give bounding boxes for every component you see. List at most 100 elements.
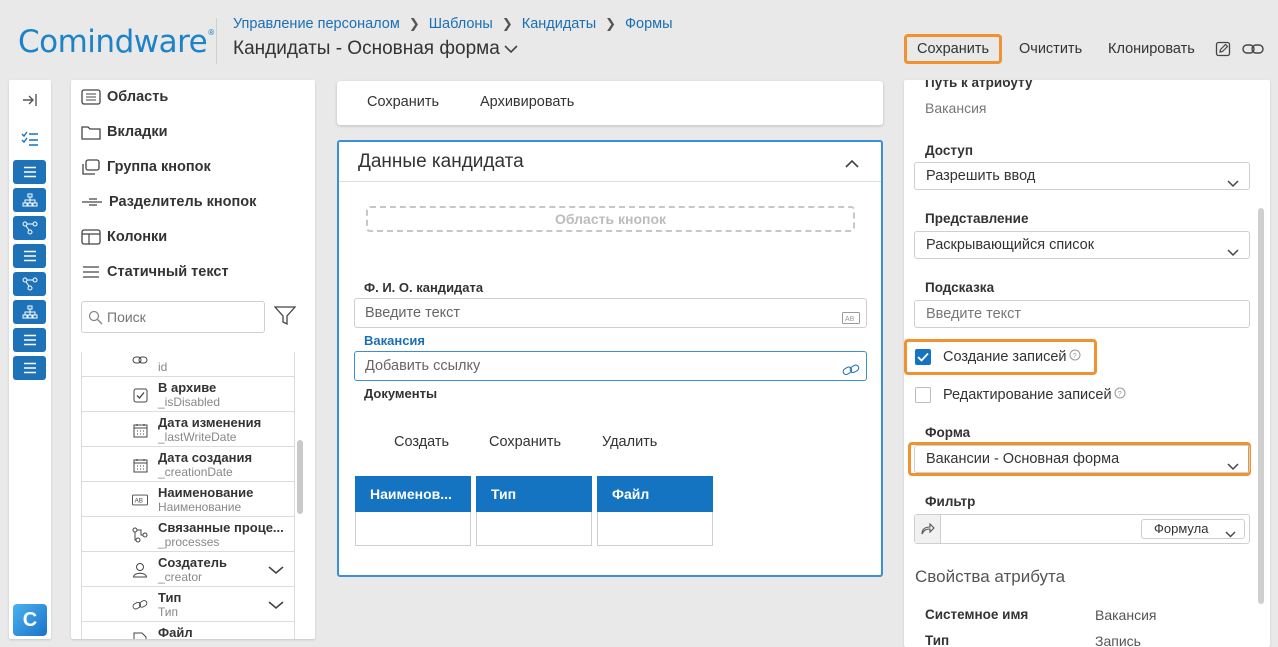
type-value: Запись [1095, 633, 1141, 647]
attribute-name: Связанные проце... [158, 520, 284, 535]
properties-scrollbar[interactable] [1258, 208, 1264, 604]
process-icon[interactable] [13, 216, 46, 240]
table-header-file[interactable]: Файл [597, 476, 713, 512]
checklist-icon[interactable] [21, 130, 39, 151]
form-icon[interactable] [13, 160, 46, 184]
docs-delete-button[interactable]: Удалить [602, 434, 657, 450]
breadcrumb-item[interactable]: Управление персоналом [233, 16, 400, 32]
search-input[interactable] [107, 309, 257, 325]
help-icon[interactable]: ? [1069, 349, 1081, 365]
org-chart-icon[interactable] [13, 300, 46, 324]
attribute-system-name: _processes [158, 535, 220, 549]
list-item[interactable]: Файл [81, 622, 295, 639]
process-icon [132, 527, 148, 543]
chevron-down-icon[interactable] [268, 597, 284, 613]
form-save-button[interactable]: Сохранить [367, 94, 439, 110]
attribute-path-label: Путь к атрибуту [925, 80, 1033, 90]
filter-mode-select[interactable]: Формула [1141, 519, 1245, 539]
access-select[interactable]: Разрешить ввод [914, 162, 1250, 190]
button-group-icon [82, 159, 100, 175]
button-area-placeholder[interactable]: Область кнопок [366, 206, 855, 232]
form-value: Вакансии - Основная форма [926, 451, 1120, 467]
search-box[interactable] [81, 301, 265, 333]
palette-item-label: Область [107, 89, 169, 105]
palette-scrollbar[interactable] [297, 440, 303, 514]
chevron-down-icon [1227, 240, 1239, 266]
list-item[interactable]: Дата изменения _lastWriteDate [81, 412, 295, 447]
attribute-system-name: _isDisabled [158, 395, 221, 409]
edit-icon[interactable] [1212, 38, 1234, 60]
table-cell [597, 512, 713, 546]
form-archive-button[interactable]: Архивировать [480, 94, 574, 110]
hint-input[interactable]: Введите текст [914, 300, 1250, 328]
columns-icon [81, 229, 101, 245]
edit-records-checkbox[interactable]: Редактирование записей ? [915, 387, 1126, 403]
table-header-name[interactable]: Наименов... [355, 476, 471, 512]
attribute-name: Файл [158, 625, 193, 639]
breadcrumb-item[interactable]: Формы [625, 16, 673, 32]
list-item[interactable]: Создатель _creator [81, 552, 295, 587]
checkbox-checked-icon[interactable] [915, 349, 931, 365]
docs-create-button[interactable]: Создать [394, 434, 449, 450]
form-icon[interactable] [13, 356, 46, 380]
org-chart-icon[interactable] [13, 188, 46, 212]
breadcrumb-separator-icon: ❯ [408, 16, 420, 31]
help-icon[interactable]: ? [1114, 387, 1126, 403]
app-switcher-logo[interactable]: C [13, 604, 47, 636]
list-item[interactable]: Дата создания _creationDate [81, 447, 295, 482]
list-item[interactable]: id [81, 352, 295, 377]
share-arrow-icon[interactable] [915, 515, 941, 543]
attribute-name: В архиве [158, 380, 217, 395]
header-save-button[interactable]: Сохранить [904, 34, 1003, 64]
palette-item-tabs[interactable]: Вкладки [81, 124, 168, 140]
palette-item-columns[interactable]: Колонки [81, 229, 167, 245]
chevron-up-icon[interactable] [845, 155, 859, 171]
breadcrumb-item[interactable]: Шаблоны [429, 16, 493, 32]
create-records-label: Создание записей [943, 349, 1067, 365]
form-icon[interactable] [13, 244, 46, 268]
system-name-label: Системное имя [925, 607, 1029, 622]
docs-save-button[interactable]: Сохранить [489, 434, 561, 450]
table-header-type[interactable]: Тип [476, 476, 592, 512]
breadcrumb-item[interactable]: Кандидаты [522, 16, 596, 32]
divider-icon [82, 198, 102, 206]
create-records-checkbox[interactable]: Создание записей ? [915, 349, 1081, 365]
attribute-system-name: _creator [158, 570, 203, 584]
palette-item-label: Вкладки [107, 124, 168, 140]
list-item[interactable]: В архиве _isDisabled [81, 377, 295, 412]
form-icon[interactable] [13, 328, 46, 352]
page-title[interactable]: Кандидаты - Основная форма [233, 38, 518, 60]
filter-input[interactable]: Формула [914, 514, 1250, 544]
checkbox-icon [132, 387, 148, 403]
chevron-down-icon[interactable] [268, 562, 284, 578]
link-icon[interactable] [1242, 38, 1264, 60]
filter-mode-value: Формула [1154, 521, 1209, 536]
list-item[interactable]: Тип Тип [81, 587, 295, 622]
attribute-system-name: _lastWriteDate [158, 430, 237, 444]
type-label: Тип [925, 633, 950, 647]
hint-label: Подсказка [925, 280, 995, 295]
form-select[interactable]: Вакансии - Основная форма [914, 445, 1250, 473]
checkbox-unchecked-icon[interactable] [915, 387, 931, 403]
palette-item-button-group[interactable]: Группа кнопок [81, 159, 211, 175]
palette-item-area[interactable]: Область [81, 89, 168, 105]
left-rail: C [9, 80, 51, 639]
list-item[interactable]: AB Наименование Наименование [81, 482, 295, 517]
palette-item-static-text[interactable]: Статичный текст [81, 264, 229, 280]
form-card[interactable]: Данные кандидата Область кнопок Ф. И. О.… [337, 140, 883, 577]
vacancy-input[interactable]: Добавить ссылку [354, 351, 867, 381]
process-icon[interactable] [13, 272, 46, 296]
filter-icon[interactable] [273, 306, 297, 329]
header-clone-button[interactable]: Клонировать [1098, 34, 1205, 64]
palette-item-button-divider[interactable]: Разделитель кнопок [81, 194, 256, 210]
svg-text:?: ? [1072, 353, 1076, 360]
area-icon [81, 89, 101, 105]
fio-input[interactable]: Введите текст AB [354, 298, 867, 328]
collapse-panel-icon[interactable] [21, 92, 39, 111]
header-divider [216, 18, 217, 64]
link-icon[interactable] [842, 359, 860, 387]
list-item[interactable]: Связанные проце... _processes [81, 517, 295, 552]
view-select[interactable]: Раскрывающийся список [914, 231, 1250, 259]
header-clear-button[interactable]: Очистить [1009, 34, 1092, 64]
text-field-icon: AB [132, 492, 148, 508]
